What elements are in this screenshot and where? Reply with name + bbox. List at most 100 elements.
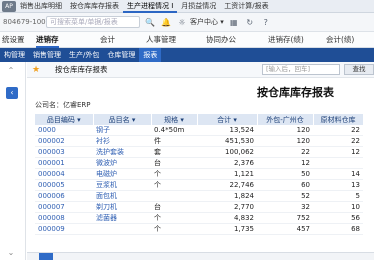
item-total: 1,824: [197, 190, 257, 202]
headset-icon[interactable]: ☼: [176, 16, 188, 28]
calendar-icon[interactable]: ▦: [228, 16, 240, 28]
col-spec[interactable]: 规格 ▾: [151, 114, 198, 125]
item-code[interactable]: 000003: [35, 146, 93, 158]
item-gz-qty: 22: [257, 146, 313, 158]
item-total: 100,062: [197, 146, 257, 158]
item-gz-qty: 52: [257, 190, 313, 202]
subnav-warehouse[interactable]: 仓库管理: [103, 48, 139, 62]
item-name[interactable]: 剃刀机: [93, 201, 151, 213]
item-name[interactable]: 滤菌器: [93, 212, 151, 224]
item-raw-qty: 68: [313, 223, 363, 235]
nav-inventory[interactable]: 进销存: [36, 32, 59, 48]
subnav-structure[interactable]: 构管理: [0, 48, 29, 62]
top-tab-bar: AP 销售出库明细 按仓库库存报表 生产进程情况 I 月损益情况 工资计算/报表: [0, 0, 374, 13]
item-gz-qty: 457: [257, 223, 313, 235]
item-raw-qty: 13: [313, 179, 363, 191]
item-spec: 件: [151, 135, 197, 147]
search-icon[interactable]: 🔍: [144, 16, 156, 28]
col-total[interactable]: 合计 ▾: [197, 114, 258, 125]
col-raw-material-warehouse: 原材料仓库: [313, 114, 364, 125]
sub-nav: 构管理 销售管理 生产/外包 仓库管理 报表: [0, 48, 374, 62]
customer-center-dropdown[interactable]: 客户中心 ▾: [190, 17, 224, 27]
item-gz-qty: 32: [257, 201, 313, 213]
sidebar-expand-icon[interactable]: ‹: [6, 87, 18, 99]
left-sidebar: ⌃ ‹ ⌄: [0, 62, 26, 260]
item-code[interactable]: 000002: [35, 135, 93, 147]
star-icon[interactable]: ★: [32, 65, 44, 75]
item-code[interactable]: 000008: [35, 212, 93, 224]
account-number: 804679-100: [3, 18, 46, 26]
item-code[interactable]: 000007: [35, 201, 93, 213]
item-code[interactable]: 000005: [35, 179, 93, 191]
table-row[interactable]: 000006 面包机 1,824 52 5: [35, 190, 363, 202]
stock-table: 品目编码 ▾ 品目名 ▾ 规格 ▾ 合计 ▾ 外包-广州仓 原材料仓库 0000…: [35, 114, 364, 235]
table-row[interactable]: 000002 衬衫 件 451,530 120 22: [35, 135, 363, 147]
item-gz-qty: 60: [257, 179, 313, 191]
bell-icon[interactable]: 🔔: [160, 16, 172, 28]
subnav-production[interactable]: 生产/外包: [65, 48, 103, 62]
find-button[interactable]: 查找: [344, 64, 374, 75]
table-row[interactable]: 000007 剃刀机 台 2,770 32 10: [35, 201, 363, 213]
nav-accounting[interactable]: 会计: [100, 32, 115, 48]
item-spec: 套: [151, 146, 197, 158]
tab-warehouse-stock-report[interactable]: 按仓库库存报表: [66, 0, 123, 13]
question-icon[interactable]: ?: [260, 16, 272, 28]
item-spec: 个: [151, 212, 197, 224]
item-gz-qty: 120: [257, 135, 313, 147]
table-row[interactable]: 000001 微波炉 台 2,376 12: [35, 157, 363, 169]
table-row[interactable]: 000003 洗护套装 套 100,062 22 12: [35, 146, 363, 158]
chevron-down-icon[interactable]: ⌄: [6, 248, 16, 258]
subnav-sales[interactable]: 销售管理: [29, 48, 65, 62]
item-spec: 0.4*50m: [151, 125, 197, 136]
item-code[interactable]: 000006: [35, 190, 93, 202]
refresh-icon[interactable]: ↻: [244, 16, 256, 28]
nav-collaboration[interactable]: 协同办公: [206, 32, 236, 48]
item-raw-qty: 10: [313, 201, 363, 213]
tab-monthly-pnl[interactable]: 月损益情况: [177, 0, 220, 13]
item-code[interactable]: 000004: [35, 168, 93, 180]
tab-sales-outbound[interactable]: 销售出库明细: [16, 0, 66, 13]
subnav-reports[interactable]: 报表: [139, 48, 162, 62]
item-name[interactable]: 豆浆机: [93, 179, 151, 191]
find-input[interactable]: [输入后，回车]: [262, 64, 340, 75]
tab-production-progress[interactable]: 生产进程情况 I: [123, 0, 178, 13]
item-code[interactable]: 0000: [35, 125, 93, 136]
item-total: 1,121: [197, 168, 257, 180]
item-name[interactable]: 钢子: [93, 125, 151, 136]
item-total: 2,376: [197, 157, 257, 169]
nav-accounting-perf[interactable]: 会计(绩): [326, 32, 354, 48]
item-total: 451,530: [197, 135, 257, 147]
bottom-tab-indicator[interactable]: [39, 253, 53, 260]
tab-payroll[interactable]: 工资计算/报表: [220, 0, 272, 13]
report-tab-title: 按仓库库存报表: [55, 65, 108, 74]
table-row[interactable]: 0000 钢子 0.4*50m 13,524 120 22: [35, 125, 363, 136]
nav-system-settings[interactable]: 统设置: [2, 32, 25, 48]
item-raw-qty: 12: [313, 146, 363, 158]
item-name[interactable]: 面包机: [93, 190, 151, 202]
item-code[interactable]: 000009: [35, 223, 93, 235]
item-spec: 个: [151, 168, 197, 180]
item-spec: 个: [151, 223, 197, 235]
nav-hr[interactable]: 人事管理: [146, 32, 176, 48]
item-name[interactable]: 微波炉: [93, 157, 151, 169]
main-nav: 统设置 进销存 会计 人事管理 协同办公 进销存(绩) 会计(绩): [0, 32, 374, 48]
item-code[interactable]: 000001: [35, 157, 93, 169]
item-spec: [151, 190, 197, 202]
report-toolbar: ★ 按仓库库存报表 [输入后，回车] 查找: [27, 62, 374, 78]
table-row[interactable]: 000009 个 1,735 457 68: [35, 223, 363, 235]
table-row[interactable]: 000005 豆浆机 个 22,746 60 13: [35, 179, 363, 191]
report-area: 按仓库库存报表 公司名：亿睿ERP 品目编码 ▾ 品目名 ▾ 规格 ▾ 合计 ▾…: [27, 78, 374, 260]
table-row[interactable]: 000008 滤菌器 个 4,832 752 56: [35, 212, 363, 224]
col-item-code[interactable]: 品目编码 ▾: [35, 114, 94, 125]
item-name[interactable]: 洗护套装: [93, 146, 151, 158]
item-spec: 台: [151, 201, 197, 213]
chevron-up-icon[interactable]: ⌃: [6, 66, 16, 76]
menu-search-input[interactable]: 可搜索菜单/单据/报表: [46, 16, 140, 28]
table-row[interactable]: 000004 电磁炉 个 1,121 50 14: [35, 168, 363, 180]
nav-inventory-perf[interactable]: 进销存(绩): [268, 32, 304, 48]
item-name[interactable]: 电磁炉: [93, 168, 151, 180]
item-name[interactable]: [93, 223, 151, 235]
item-name[interactable]: 衬衫: [93, 135, 151, 147]
col-item-name[interactable]: 品目名 ▾: [93, 114, 152, 125]
item-total: 1,735: [197, 223, 257, 235]
